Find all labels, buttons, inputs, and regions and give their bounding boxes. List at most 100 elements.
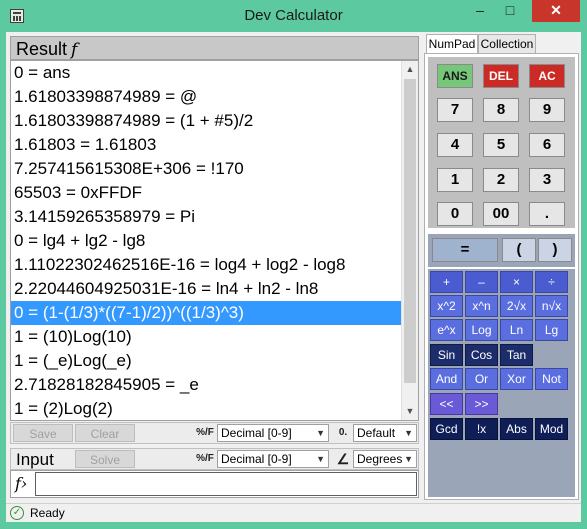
scroll-down-arrow-icon[interactable]: ▼ (402, 403, 418, 420)
abs-button[interactable]: Abs (500, 418, 533, 440)
tab-numpad[interactable]: NumPad (426, 34, 478, 55)
clear-button[interactable]: Clear (75, 424, 135, 442)
result-line[interactable]: 1.11022302462516E-16 = log4 + log2 - log… (11, 253, 402, 277)
result-scrollbar[interactable]: ▲ ▼ (401, 61, 418, 420)
check-circle-icon: ✓ (10, 506, 24, 520)
chevron-down-icon: ▼ (316, 428, 325, 438)
result-number-format-select[interactable]: Decimal [0-9] ▼ (217, 424, 329, 442)
result-line[interactable]: 1 = (_e)Log(_e) (11, 349, 402, 373)
result-line[interactable]: 0 = lg4 + lg2 - lg8 (11, 229, 402, 253)
double-zero-button[interactable]: 00 (483, 202, 519, 226)
result-line[interactable]: 1.61803398874989 = (1 + #5)/2 (11, 109, 402, 133)
digit-8-button[interactable]: 8 (483, 98, 519, 122)
shift-left-button[interactable]: << (430, 393, 463, 415)
ans-button[interactable]: ANS (437, 64, 473, 88)
minimize-button[interactable]: – (466, 0, 494, 22)
result-header: Result f (10, 36, 419, 60)
or-button[interactable]: Or (465, 368, 498, 390)
maximize-button[interactable]: □ (496, 0, 524, 22)
chevron-down-icon: ▼ (404, 454, 413, 464)
input-number-format-value: Decimal [0-9] (221, 452, 292, 466)
square-button[interactable]: x^2 (430, 295, 463, 317)
digit-0-button[interactable]: 0 (437, 202, 473, 226)
decimal-point-button[interactable]: . (529, 202, 565, 226)
equals-button[interactable]: = (432, 238, 498, 262)
result-line[interactable]: 0 = ans (11, 61, 402, 85)
scroll-thumb[interactable] (404, 79, 416, 383)
status-bar: ✓ Ready (6, 503, 581, 522)
result-line[interactable]: 1.61803 = 1.61803 (11, 133, 402, 157)
close-button[interactable]: ✕ (532, 0, 580, 22)
result-list[interactable]: 0 = ans 1.61803398874989 = @ 1.618033988… (10, 60, 419, 421)
factorial-button[interactable]: !x (465, 418, 498, 440)
gcd-button[interactable]: Gcd (430, 418, 463, 440)
cos-button[interactable]: Cos (465, 344, 498, 366)
log-button[interactable]: Log (465, 319, 498, 341)
result-line[interactable]: 7.257415615308E+306 = !170 (11, 157, 402, 181)
result-line[interactable]: 2.22044604925031E-16 = ln4 + ln2 - ln8 (11, 277, 402, 301)
square-root-button[interactable]: 2√x (500, 295, 533, 317)
precision-select[interactable]: Default ▼ (353, 424, 417, 442)
panel-tabs: NumPad Collection (424, 34, 580, 55)
app-window: Dev Calculator – □ ✕ Result f 0 = ans 1.6… (0, 0, 587, 529)
result-line[interactable]: 1 = (2)Log(2) (11, 397, 402, 420)
open-paren-button[interactable]: ( (502, 238, 536, 262)
nth-root-button[interactable]: n√x (535, 295, 568, 317)
result-number-format-value: Decimal [0-9] (221, 426, 292, 440)
mod-button[interactable]: Mod (535, 418, 568, 440)
angle-unit-select[interactable]: Degrees ▼ (353, 450, 417, 468)
title-bar[interactable]: Dev Calculator – □ ✕ (0, 0, 587, 32)
not-button[interactable]: Not (535, 368, 568, 390)
chevron-down-icon: ▼ (316, 454, 325, 464)
client-area: Result f 0 = ans 1.61803398874989 = @ 1.6… (6, 32, 581, 522)
expression-input[interactable] (35, 472, 417, 496)
digit-1-button[interactable]: 1 (437, 168, 473, 192)
subtract-button[interactable]: – (465, 271, 498, 293)
all-clear-button[interactable]: AC (529, 64, 565, 88)
multiply-button[interactable]: × (500, 271, 533, 293)
angle-unit-value: Degrees (357, 452, 403, 466)
digit-9-button[interactable]: 9 (529, 98, 565, 122)
add-button[interactable]: + (430, 271, 463, 293)
ln-button[interactable]: Ln (500, 319, 533, 341)
input-toolbar: Input Solve %/F Decimal [0-9] ▼ ∠ Degree… (10, 448, 419, 470)
lg-button[interactable]: Lg (535, 319, 568, 341)
number-format-icon: %/F (196, 427, 214, 438)
result-line[interactable]: 1.61803398874989 = @ (11, 85, 402, 109)
sin-button[interactable]: Sin (430, 344, 463, 366)
angle-icon: ∠ (336, 451, 350, 467)
input-label: Input (16, 450, 54, 469)
solve-button[interactable]: Solve (75, 450, 135, 468)
digit-2-button[interactable]: 2 (483, 168, 519, 192)
exp-button[interactable]: e^x (430, 319, 463, 341)
numpad-panel: ANS DEL AC 7 8 9 4 5 6 1 2 3 0 00 . = ( … (424, 53, 579, 500)
result-line[interactable]: 65503 = 0xFFDF (11, 181, 402, 205)
input-number-format-select[interactable]: Decimal [0-9] ▼ (217, 450, 329, 468)
scroll-up-arrow-icon[interactable]: ▲ (402, 61, 418, 78)
digit-3-button[interactable]: 3 (529, 168, 565, 192)
function-prompt-icon: f› (15, 474, 28, 493)
function-pad: + – × ÷ x^2 x^n 2√x n√x e^x Log Ln Lg Si… (428, 269, 575, 497)
power-button[interactable]: x^n (465, 295, 498, 317)
xor-button[interactable]: Xor (500, 368, 533, 390)
save-button[interactable]: Save (13, 424, 73, 442)
tab-collection[interactable]: Collection (478, 34, 536, 54)
number-format-icon: %/F (196, 453, 214, 464)
result-line[interactable]: 2.71828182845905 = _e (11, 373, 402, 397)
digit-5-button[interactable]: 5 (483, 133, 519, 157)
shift-right-button[interactable]: >> (465, 393, 498, 415)
divide-button[interactable]: ÷ (535, 271, 568, 293)
digit-pad: ANS DEL AC 7 8 9 4 5 6 1 2 3 0 00 . (428, 57, 575, 228)
tan-button[interactable]: Tan (500, 344, 533, 366)
result-label: Result (16, 39, 68, 59)
digit-4-button[interactable]: 4 (437, 133, 473, 157)
result-line[interactable]: 1 = (10)Log(10) (11, 325, 402, 349)
digit-7-button[interactable]: 7 (437, 98, 473, 122)
and-button[interactable]: And (430, 368, 463, 390)
close-paren-button[interactable]: ) (538, 238, 572, 262)
digit-6-button[interactable]: 6 (529, 133, 565, 157)
result-line[interactable]: 3.14159265358979 = Pi (11, 205, 402, 229)
status-text: Ready (30, 506, 65, 520)
delete-button[interactable]: DEL (483, 64, 519, 88)
result-line-selected[interactable]: 0 = (1-(1/3)*((7-1)/2))^((1/3)^3) (11, 301, 402, 325)
